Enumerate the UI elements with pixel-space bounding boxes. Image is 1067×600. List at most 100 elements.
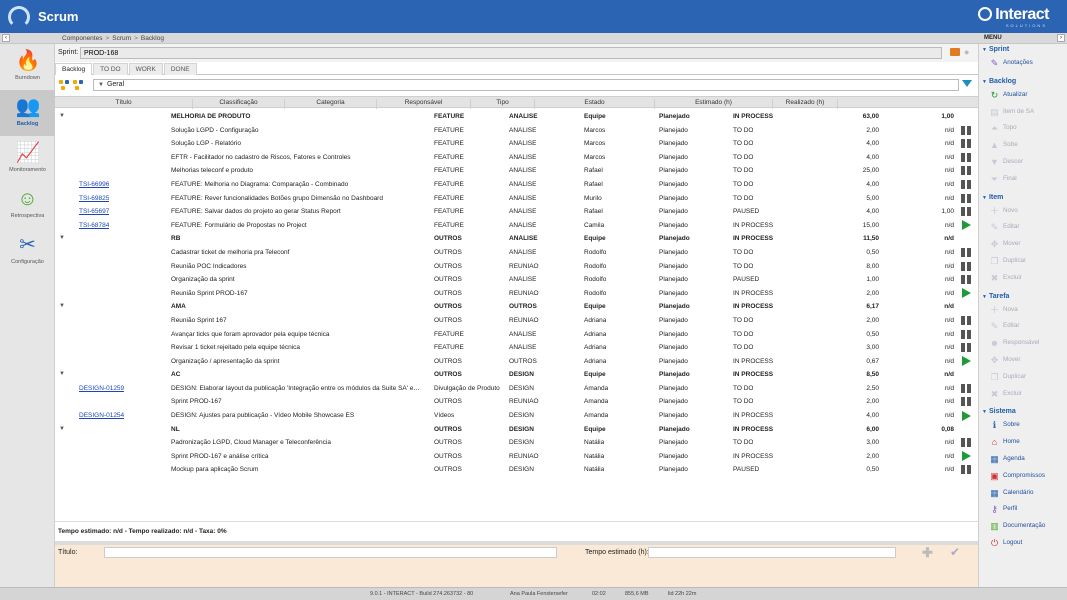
table-row[interactable]: Reunião Sprint 167 OUTROS REUNIÃO Adriana Pl… <box>55 314 978 328</box>
table-row[interactable]: Melhorias teleconf e produto FEATURE ANÁLI… <box>55 164 978 178</box>
menu-item-atualizar[interactable]: ↻ Atualizar <box>989 89 1028 103</box>
pause-icon[interactable] <box>961 275 971 285</box>
pause-icon[interactable] <box>961 329 971 339</box>
ticket-link[interactable]: DESIGN-01259 <box>79 385 124 392</box>
ticket-link[interactable]: TSI-65697 <box>79 208 109 215</box>
column-header[interactable]: Categoria <box>285 99 377 109</box>
pause-icon[interactable] <box>961 193 971 203</box>
table-row[interactable]: TSI-66996 FEATURE: Melhoria no Diagrama: … <box>55 178 978 192</box>
menu-item-mover[interactable]: ✥ Mover <box>989 354 1021 368</box>
menu-item-descer[interactable]: ▼ Descer <box>989 156 1023 170</box>
menu-section-item[interactable]: ▼ Item <box>982 194 1003 201</box>
column-header[interactable]: Responsável <box>377 99 471 109</box>
pause-icon[interactable] <box>961 343 971 353</box>
expand-toggle-icon[interactable]: ▼ <box>59 113 65 119</box>
menu-item-excluir[interactable]: ✖ Excluir <box>989 388 1022 402</box>
tab-to-do[interactable]: TO DO <box>93 63 128 75</box>
play-icon[interactable] <box>962 356 971 367</box>
column-header[interactable]: Classificação <box>193 99 285 109</box>
breadcrumb-item[interactable]: Backlog <box>141 35 164 42</box>
menu-item-agenda[interactable]: ▦ Agenda <box>989 453 1024 467</box>
table-row[interactable]: Mockup para aplicação Scrum OUTROS DESIGN N… <box>55 463 978 477</box>
breadcrumb-item[interactable]: Scrum <box>112 35 131 42</box>
pause-icon[interactable] <box>961 315 971 325</box>
menu-item-logout[interactable]: ⏻ Logout <box>989 537 1022 551</box>
pause-icon[interactable] <box>961 139 971 149</box>
nav-item-backlog[interactable]: 👥 Backlog <box>0 90 55 136</box>
menu-item-duplicar[interactable]: ❐ Duplicar <box>989 255 1026 269</box>
funnel-icon[interactable] <box>962 80 972 87</box>
pause-icon[interactable] <box>961 397 971 407</box>
group-row[interactable]: ▼ MELHORIA DE PRODUTO FEATURE ANÁLISE Equipe… <box>55 110 978 124</box>
pause-icon[interactable] <box>961 383 971 393</box>
ticket-link[interactable]: DESIGN-01254 <box>79 412 124 419</box>
group-row[interactable]: ▼ AC OUTROS DESIGN Equipe Planejado IN PROCESS… <box>55 368 978 382</box>
menu-item-calendário[interactable]: ▦ Calendário <box>989 487 1033 501</box>
add-button[interactable]: ✚ <box>922 545 933 561</box>
table-row[interactable]: Padronização LGPD, Cloud Manager e Telec… <box>55 436 978 450</box>
table-row[interactable]: Sprint PROD-167 OUTROS REUNIÃO Amanda Planej… <box>55 395 978 409</box>
pause-icon[interactable] <box>961 261 971 271</box>
expand-toggle-icon[interactable]: ▼ <box>59 303 65 309</box>
nav-item-monitoramento[interactable]: 📈 Monitoramento <box>0 136 55 182</box>
table-row[interactable]: Revisar 1 ticket rejeitado pela equipe t… <box>55 341 978 355</box>
table-row[interactable]: Organização / apresentação da sprint OUTR… <box>55 355 978 369</box>
column-header[interactable]: Estimado (h) <box>655 99 773 109</box>
table-row[interactable]: DESIGN-01259 DESIGN: Elaborar layout da p… <box>55 382 978 396</box>
tab-backlog[interactable]: Backlog <box>55 63 93 75</box>
menu-item-novo[interactable]: ＋ Novo <box>989 205 1018 219</box>
table-row[interactable]: Solução LGPD - Configuração FEATURE ANÁLIS… <box>55 124 978 138</box>
column-header[interactable]: Estado <box>535 99 655 109</box>
menu-item-editar[interactable]: ✎ Editar <box>989 320 1020 334</box>
estimate-field[interactable] <box>648 547 896 558</box>
ticket-link[interactable]: TSI-69825 <box>79 195 109 202</box>
menu-item-topo[interactable]: ⏶ Topo <box>989 122 1017 136</box>
person-icon[interactable]: ● <box>964 47 969 57</box>
menu-section-tarefa[interactable]: ▼ Tarefa <box>982 293 1009 300</box>
nav-item-configuração[interactable]: ✂ Configuração <box>0 228 55 274</box>
table-row[interactable]: EFTR - Facilitador no cadastro de Riscos… <box>55 151 978 165</box>
table-row[interactable]: Organização da sprint OUTROS ANÁLISE Rodolf… <box>55 273 978 287</box>
menu-section-backlog[interactable]: ▼ Backlog <box>982 78 1016 85</box>
filter-select[interactable]: ▼ Geral <box>93 79 959 91</box>
nav-item-burndown[interactable]: 🔥 Burndown <box>0 44 55 90</box>
sprint-field[interactable] <box>80 47 942 59</box>
pause-icon[interactable] <box>961 179 971 189</box>
tab-work[interactable]: WORK <box>128 63 163 75</box>
table-row[interactable]: Solução LGP - Relatório FEATURE ANÁLISE Mar… <box>55 137 978 151</box>
pause-icon[interactable] <box>961 438 971 448</box>
menu-section-sprint[interactable]: ▼ Sprint <box>982 46 1009 53</box>
pause-icon[interactable] <box>961 152 971 162</box>
pause-icon[interactable] <box>961 166 971 176</box>
table-row[interactable]: TSI-68784 FEATURE: Formulário de Proposta… <box>55 219 978 233</box>
group-row[interactable]: ▼ RB OUTROS ANÁLISE Equipe Planejado IN PROCES… <box>55 232 978 246</box>
collapse-right-button[interactable]: › <box>1057 34 1065 42</box>
tab-done[interactable]: DONE <box>163 63 197 75</box>
table-row[interactable]: Avançar ticks que foram aprovador pela e… <box>55 328 978 342</box>
pause-icon[interactable] <box>961 465 971 475</box>
nav-item-retrospectiva[interactable]: ☺ Retrospectiva <box>0 182 55 228</box>
table-row[interactable]: TSI-65697 FEATURE: Salvar dados do projet… <box>55 205 978 219</box>
pause-icon[interactable] <box>961 207 971 217</box>
table-row[interactable]: DESIGN-01254 DESIGN: Ajustes para publica… <box>55 409 978 423</box>
menu-item-final[interactable]: ⏷ Final <box>989 173 1017 187</box>
title-field[interactable] <box>104 547 557 558</box>
column-header[interactable]: Realizado (h) <box>773 99 838 109</box>
menu-item-responsável[interactable]: ☻ Responsável <box>989 337 1040 351</box>
play-icon[interactable] <box>962 410 971 421</box>
expand-toggle-icon[interactable]: ▼ <box>59 235 65 241</box>
breadcrumb-item[interactable]: Componentes <box>62 35 102 42</box>
expand-toggle-icon[interactable]: ▼ <box>59 426 65 432</box>
table-row[interactable]: Cadastrar ticket de melhoria pra Telecon… <box>55 246 978 260</box>
group-row[interactable]: ▼ AMA OUTROS OUTROS Equipe Planejado IN PROCES… <box>55 300 978 314</box>
ticket-link[interactable]: TSI-66996 <box>79 181 109 188</box>
play-icon[interactable] <box>962 288 971 299</box>
menu-item-home[interactable]: ⌂ Home <box>989 436 1020 450</box>
ticket-link[interactable]: TSI-68784 <box>79 222 109 229</box>
collapse-left-button[interactable]: ‹ <box>2 34 10 42</box>
confirm-button[interactable]: ✔ <box>950 545 960 559</box>
menu-section-sistema[interactable]: ▼ Sistema <box>982 408 1016 415</box>
column-header[interactable]: Título <box>55 99 193 109</box>
menu-item-item-de-sa[interactable]: ▤ Item de SA <box>989 106 1034 120</box>
pause-icon[interactable] <box>961 125 971 135</box>
